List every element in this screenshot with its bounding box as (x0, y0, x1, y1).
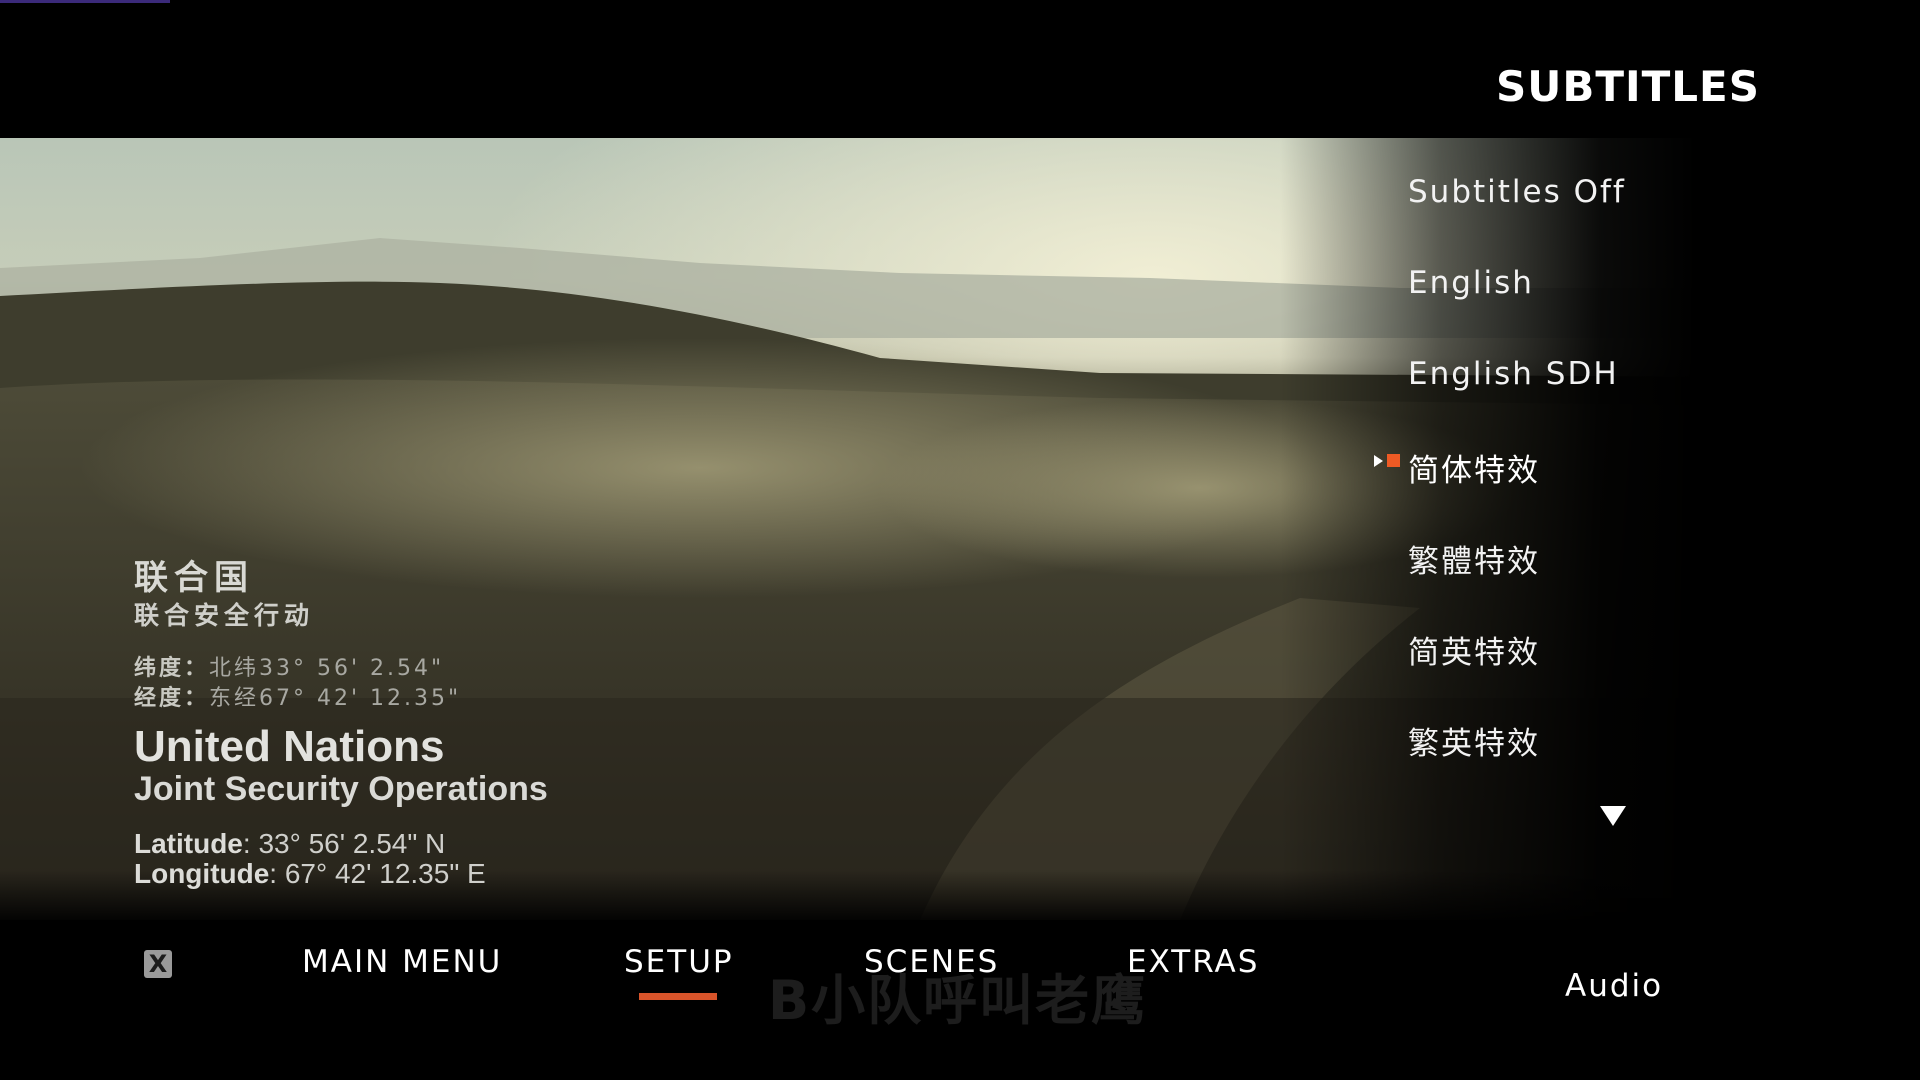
subtitle-option-simplified-effects[interactable]: 简体特效 (1374, 445, 1540, 490)
location-subtitle-chinese: 联合安全行动 (134, 601, 315, 630)
subtitle-option-english[interactable]: English (1408, 265, 1534, 301)
location-subtitle-english: Joint Security Operations (134, 770, 548, 808)
longitude-chinese: 经度：东经67° 42' 12.35" (134, 680, 461, 712)
nav-main-menu[interactable]: MAIN MENU (302, 944, 502, 980)
location-title-english: United Nations (134, 722, 445, 771)
subtitle-option-label: 简体特效 (1408, 453, 1540, 489)
subtitle-option-simplified-english-effects[interactable]: 简英特效 (1408, 627, 1540, 672)
menu-shade-overlay (1280, 138, 1920, 920)
selection-indicator (1374, 454, 1400, 467)
nav-setup[interactable]: SETUP (624, 944, 734, 980)
selected-square-icon (1387, 454, 1400, 467)
subtitles-panel-title: SUBTITLES (1496, 62, 1760, 111)
triangle-down-icon[interactable] (1600, 806, 1626, 826)
subtitle-option-off[interactable]: Subtitles Off (1408, 174, 1626, 210)
latitude-chinese: 纬度：北纬33° 56' 2.54" (134, 650, 444, 682)
nav-scenes[interactable]: SCENES (864, 944, 999, 980)
latitude-english: Latitude: 33° 56' 2.54" N (134, 828, 445, 860)
location-title-chinese: 联合国 (134, 558, 254, 598)
longitude-value-english: : 67° 42' 12.35" E (269, 858, 486, 889)
nav-extras[interactable]: EXTRAS (1127, 944, 1259, 980)
close-icon[interactable]: X (144, 950, 172, 978)
subtitle-option-traditional-english-effects[interactable]: 繁英特效 (1408, 718, 1540, 763)
longitude-label-chinese: 经度： (134, 686, 210, 711)
subtitle-option-traditional-effects[interactable]: 繁體特效 (1408, 536, 1540, 581)
longitude-value-chinese: 东经67° 42' 12.35" (209, 686, 462, 711)
active-tab-underline (639, 993, 717, 1000)
latitude-label-chinese: 纬度： (134, 656, 210, 681)
latitude-value-english: : 33° 56' 2.54" N (242, 828, 446, 859)
longitude-label-english: Longitude (134, 858, 270, 889)
play-arrow-icon (1374, 454, 1383, 467)
subtitle-option-english-sdh[interactable]: English SDH (1408, 356, 1619, 392)
latitude-label-english: Latitude (134, 828, 243, 859)
top-edge-strip (0, 0, 170, 3)
audio-button[interactable]: Audio (1565, 968, 1663, 1004)
latitude-value-chinese: 北纬33° 56' 2.54" (209, 656, 445, 681)
longitude-english: Longitude: 67° 42' 12.35" E (134, 858, 486, 890)
